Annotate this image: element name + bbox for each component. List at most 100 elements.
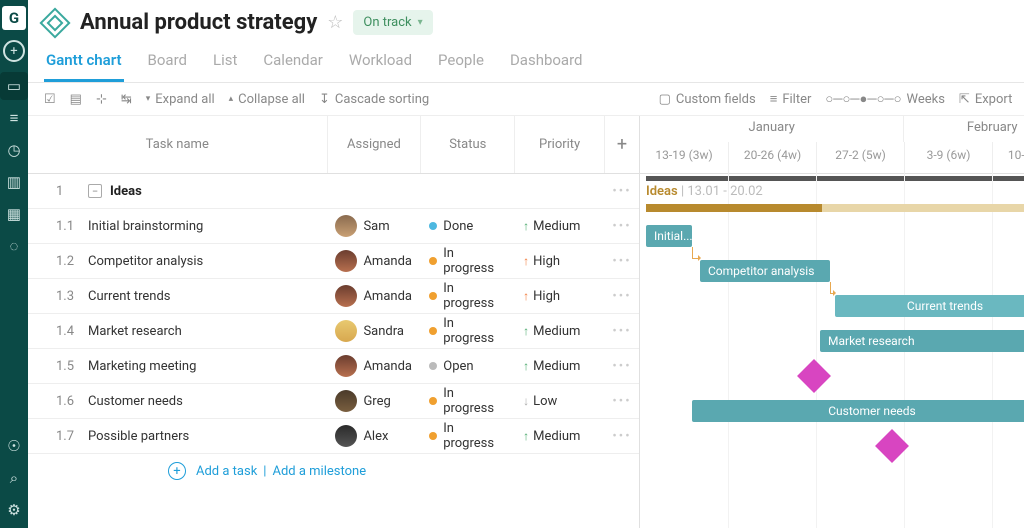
- status-pill[interactable]: On track ▾: [353, 10, 432, 35]
- bell-icon[interactable]: ☉: [0, 432, 28, 460]
- timeline-row: Current trends: [640, 289, 1024, 324]
- zoom-slider[interactable]: ○─○─●─○─○ Weeks: [825, 91, 945, 107]
- avatar[interactable]: [335, 390, 357, 412]
- export-button[interactable]: ⇱ Export: [959, 92, 1012, 107]
- week-label: 3-9 (6w): [904, 142, 992, 174]
- plus-circle-icon[interactable]: +: [168, 462, 186, 480]
- tab-board[interactable]: Board: [146, 45, 189, 82]
- status-text: In progress: [443, 246, 507, 276]
- timeline-header: January February 13-19 (3w) 20-26 (4w) 2…: [640, 116, 1024, 174]
- group-row[interactable]: 1 − Ideas •••: [28, 174, 639, 209]
- avatar[interactable]: [335, 425, 357, 447]
- task-row[interactable]: 1.3 Current trends Amanda In progress ↑ …: [28, 279, 639, 314]
- chevron-down-icon: ▾: [418, 17, 423, 28]
- priority-arrow-icon: ↑: [523, 254, 529, 268]
- tab-people[interactable]: People: [436, 45, 486, 82]
- col-status[interactable]: Status: [421, 116, 515, 173]
- grid-header: Task name Assigned Status Priority +: [28, 116, 639, 174]
- gear-icon[interactable]: ⚙: [0, 496, 28, 524]
- sidebar-item-apps[interactable]: ▦: [0, 200, 28, 228]
- wbs-number: 1.7: [36, 429, 88, 444]
- project-header: Annual product strategy ☆ On track ▾: [28, 0, 1024, 41]
- row-menu-button[interactable]: •••: [605, 184, 639, 199]
- week-label: 27-2 (5w): [816, 142, 904, 174]
- row-menu-button[interactable]: •••: [605, 359, 639, 374]
- avatar[interactable]: [335, 285, 357, 307]
- add-task-link[interactable]: Add a task: [196, 464, 257, 479]
- sidebar-item-projects[interactable]: ▭: [0, 72, 28, 100]
- status-label: On track: [363, 15, 411, 30]
- row-menu-button[interactable]: •••: [605, 324, 639, 339]
- tab-list[interactable]: List: [211, 45, 239, 82]
- col-taskname[interactable]: Task name: [28, 116, 328, 173]
- task-row[interactable]: 1.6 Customer needs Greg In progress ↓ Lo…: [28, 384, 639, 419]
- timeline-row: [640, 359, 1024, 394]
- task-name: Initial brainstorming: [88, 219, 203, 234]
- priority-arrow-icon: ↑: [523, 219, 529, 233]
- tab-dashboard[interactable]: Dashboard: [508, 45, 585, 82]
- col-priority[interactable]: Priority: [515, 116, 605, 173]
- hierarchy-icon[interactable]: ⊹: [96, 92, 107, 107]
- collapse-icon[interactable]: −: [88, 184, 102, 198]
- priority-text: Medium: [533, 429, 580, 444]
- add-column-button[interactable]: +: [605, 116, 639, 173]
- month-label: January: [640, 116, 904, 142]
- sidebar-item-time[interactable]: ◷: [0, 136, 28, 164]
- milestone-marker[interactable]: [875, 429, 909, 463]
- filter-button[interactable]: ≡ Filter: [770, 91, 812, 107]
- status-text: In progress: [443, 316, 507, 346]
- task-bar[interactable]: Market research: [820, 330, 1024, 352]
- search-icon[interactable]: ⌕: [0, 464, 28, 492]
- tab-gantt[interactable]: Gantt chart: [44, 45, 124, 82]
- row-menu-button[interactable]: •••: [605, 394, 639, 409]
- col-assigned[interactable]: Assigned: [328, 116, 422, 173]
- checkbox-icon[interactable]: ☑: [44, 92, 56, 107]
- gantt-toolbar: ☑ ▤ ⊹ ↹ ▾Expand all ▴Collapse all ↧ Casc…: [28, 83, 1024, 116]
- timeline[interactable]: January February 13-19 (3w) 20-26 (4w) 2…: [640, 116, 1024, 528]
- columns-icon[interactable]: ▤: [70, 92, 82, 107]
- sidebar-item-list[interactable]: ≡: [0, 104, 28, 132]
- custom-fields-button[interactable]: ▢ Custom fields: [659, 92, 756, 107]
- row-menu-button[interactable]: •••: [605, 254, 639, 269]
- sidebar-item-docs[interactable]: ▥: [0, 168, 28, 196]
- indent-icon[interactable]: ↹: [121, 92, 132, 107]
- row-menu-button[interactable]: •••: [605, 429, 639, 444]
- task-bar[interactable]: Competitor analysis: [700, 260, 830, 282]
- week-label: 10-16 (7w): [992, 142, 1024, 174]
- expand-all-button[interactable]: ▾Expand all: [146, 92, 215, 107]
- create-button[interactable]: +: [3, 40, 25, 62]
- tab-calendar[interactable]: Calendar: [261, 45, 325, 82]
- group-summary-bar[interactable]: [646, 204, 822, 212]
- task-name: Market research: [88, 324, 182, 339]
- task-bar[interactable]: Customer needs: [692, 400, 1024, 422]
- task-row[interactable]: 1.1 Initial brainstorming Sam Done ↑ Med…: [28, 209, 639, 244]
- priority-text: High: [533, 289, 560, 304]
- assignee-name: Sandra: [363, 324, 404, 339]
- avatar[interactable]: [335, 250, 357, 272]
- task-row[interactable]: 1.4 Market research Sandra In progress ↑…: [28, 314, 639, 349]
- milestone-marker[interactable]: [797, 359, 831, 393]
- add-milestone-link[interactable]: Add a milestone: [272, 464, 366, 479]
- tab-workload[interactable]: Workload: [347, 45, 414, 82]
- collapse-all-button[interactable]: ▴Collapse all: [229, 92, 305, 107]
- avatar[interactable]: [335, 215, 357, 237]
- task-bar[interactable]: Initial...: [646, 225, 692, 247]
- star-icon[interactable]: ☆: [327, 12, 343, 33]
- task-bar[interactable]: Current trends: [835, 295, 1024, 317]
- wbs-number: 1: [36, 184, 88, 199]
- status-text: In progress: [443, 281, 507, 311]
- assignee-name: Sam: [363, 219, 389, 234]
- avatar[interactable]: [335, 355, 357, 377]
- app-logo[interactable]: G: [2, 6, 26, 30]
- task-row[interactable]: 1.5 Marketing meeting Amanda Open ↑ Medi…: [28, 349, 639, 384]
- sidebar-item-chat[interactable]: ◌: [0, 232, 28, 260]
- status-text: In progress: [443, 421, 507, 451]
- cascade-sort-button[interactable]: ↧ Cascade sorting: [319, 92, 429, 107]
- avatar[interactable]: [335, 320, 357, 342]
- task-row[interactable]: 1.7 Possible partners Alex In progress ↑…: [28, 419, 639, 454]
- task-row[interactable]: 1.2 Competitor analysis Amanda In progre…: [28, 244, 639, 279]
- row-menu-button[interactable]: •••: [605, 219, 639, 234]
- row-menu-button[interactable]: •••: [605, 289, 639, 304]
- wbs-number: 1.3: [36, 289, 88, 304]
- status-text: In progress: [443, 386, 507, 416]
